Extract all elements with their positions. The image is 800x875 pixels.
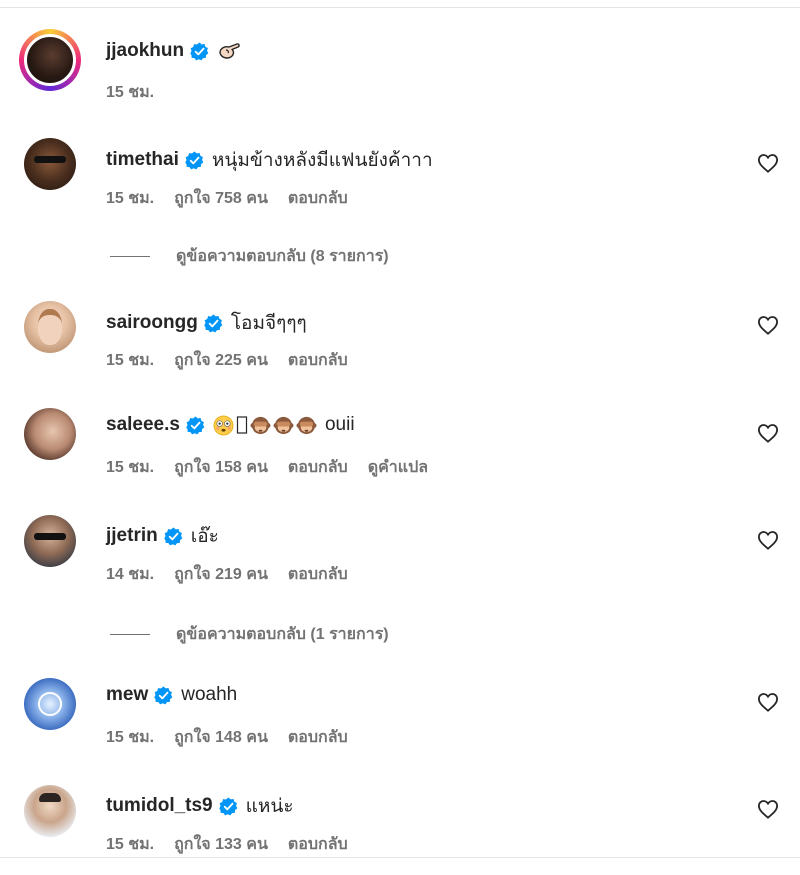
timestamp[interactable]: 15 ชม. — [106, 186, 154, 211]
avatar — [24, 34, 76, 86]
timestamp[interactable]: 14 ชม. — [106, 562, 154, 587]
verified-badge-icon — [190, 41, 209, 60]
comment-text: เอ๊ะ — [190, 526, 219, 547]
bottom-divider — [0, 857, 800, 858]
replies-divider — [110, 634, 150, 635]
timestamp[interactable]: 15 ชม. — [106, 455, 154, 480]
timestamp[interactable]: 15 ชม. — [106, 725, 154, 750]
verified-badge-icon — [186, 415, 205, 434]
username[interactable]: mew — [106, 684, 148, 706]
username[interactable]: timethai — [106, 149, 179, 171]
verified-badge-icon — [204, 313, 223, 332]
reply-button[interactable]: ตอบกลับ — [288, 562, 348, 587]
heart-icon[interactable] — [757, 153, 779, 173]
like-count[interactable]: ถูกใจ 133 คน — [174, 832, 268, 857]
avatar[interactable] — [24, 678, 76, 730]
globe-shape — [38, 692, 62, 716]
see-no-evil-monkey-icon — [273, 416, 294, 434]
see-no-evil-monkey-icon — [250, 416, 271, 434]
like-count[interactable]: ถูกใจ 219 คน — [174, 562, 268, 587]
timestamp[interactable]: 15 ชม. — [106, 348, 154, 373]
story-ring[interactable] — [19, 29, 81, 91]
like-count[interactable]: ถูกใจ 148 คน — [174, 725, 268, 750]
verified-badge-icon — [218, 796, 237, 815]
reply-button[interactable]: ตอบกลับ — [288, 725, 348, 750]
avatar[interactable] — [24, 408, 76, 460]
flushed-face-emoji-icon — [213, 415, 234, 435]
see-no-evil-monkey-icon — [296, 416, 317, 434]
reply-button[interactable]: ตอบกลับ — [288, 348, 348, 373]
reply-button[interactable]: ตอบกลับ — [288, 832, 348, 857]
timestamp[interactable]: 15 ชม. — [106, 80, 154, 105]
username[interactable]: sairoongg — [106, 312, 198, 334]
face-shape — [38, 309, 62, 345]
comment-text: โอมจีๆๆๆ — [230, 313, 307, 334]
view-replies-label: ดูข้อความตอบกลับ (1 รายการ) — [176, 626, 389, 643]
heart-icon[interactable] — [757, 315, 779, 335]
hair-shape — [39, 793, 61, 802]
comment-text: หนุ่มข้างหลังมีแฟนยังค้าาา — [211, 150, 433, 171]
top-divider — [0, 7, 800, 8]
username[interactable]: tumidol_ts9 — [106, 795, 213, 817]
username[interactable]: jjaokhun — [106, 40, 184, 62]
comment-text: แหน่ะ — [245, 796, 294, 817]
sunglasses-shape — [34, 156, 66, 163]
view-replies-button[interactable]: ดูข้อความตอบกลับ (1 รายการ) — [110, 622, 389, 647]
view-replies-button[interactable]: ดูข้อความตอบกลับ (8 รายการ) — [110, 244, 389, 269]
like-count[interactable]: ถูกใจ 758 คน — [174, 186, 268, 211]
heart-icon[interactable] — [757, 692, 779, 712]
heart-icon[interactable] — [757, 423, 779, 443]
reply-button[interactable]: ตอบกลับ — [288, 455, 348, 480]
missing-glyph-box-icon — [236, 416, 248, 434]
reply-button[interactable]: ตอบกลับ — [288, 186, 348, 211]
like-count[interactable]: ถูกใจ 158 คน — [174, 455, 268, 480]
heart-icon[interactable] — [757, 530, 779, 550]
timestamp[interactable]: 15 ชม. — [106, 832, 154, 857]
pinching-hand-emoji-icon — [219, 43, 240, 59]
replies-divider — [110, 256, 150, 257]
username[interactable]: jjetrin — [106, 525, 158, 547]
verified-badge-icon — [163, 526, 183, 545]
heart-icon[interactable] — [757, 799, 779, 819]
sunglasses-shape — [34, 533, 66, 540]
comment-text: woahh — [181, 684, 238, 705]
view-replies-label: ดูข้อความตอบกลับ (8 รายการ) — [176, 248, 389, 265]
like-count[interactable]: ถูกใจ 225 คน — [174, 348, 268, 373]
avatar[interactable] — [24, 301, 76, 353]
see-translation-button[interactable]: ดูคำแปล — [368, 455, 428, 480]
verified-badge-icon — [154, 685, 173, 704]
avatar[interactable] — [24, 138, 76, 190]
verified-badge-icon — [185, 150, 204, 169]
username[interactable]: saleee.s — [106, 414, 180, 436]
comment-text: ouii — [324, 414, 355, 435]
avatar[interactable] — [24, 515, 76, 567]
avatar[interactable] — [24, 785, 76, 837]
